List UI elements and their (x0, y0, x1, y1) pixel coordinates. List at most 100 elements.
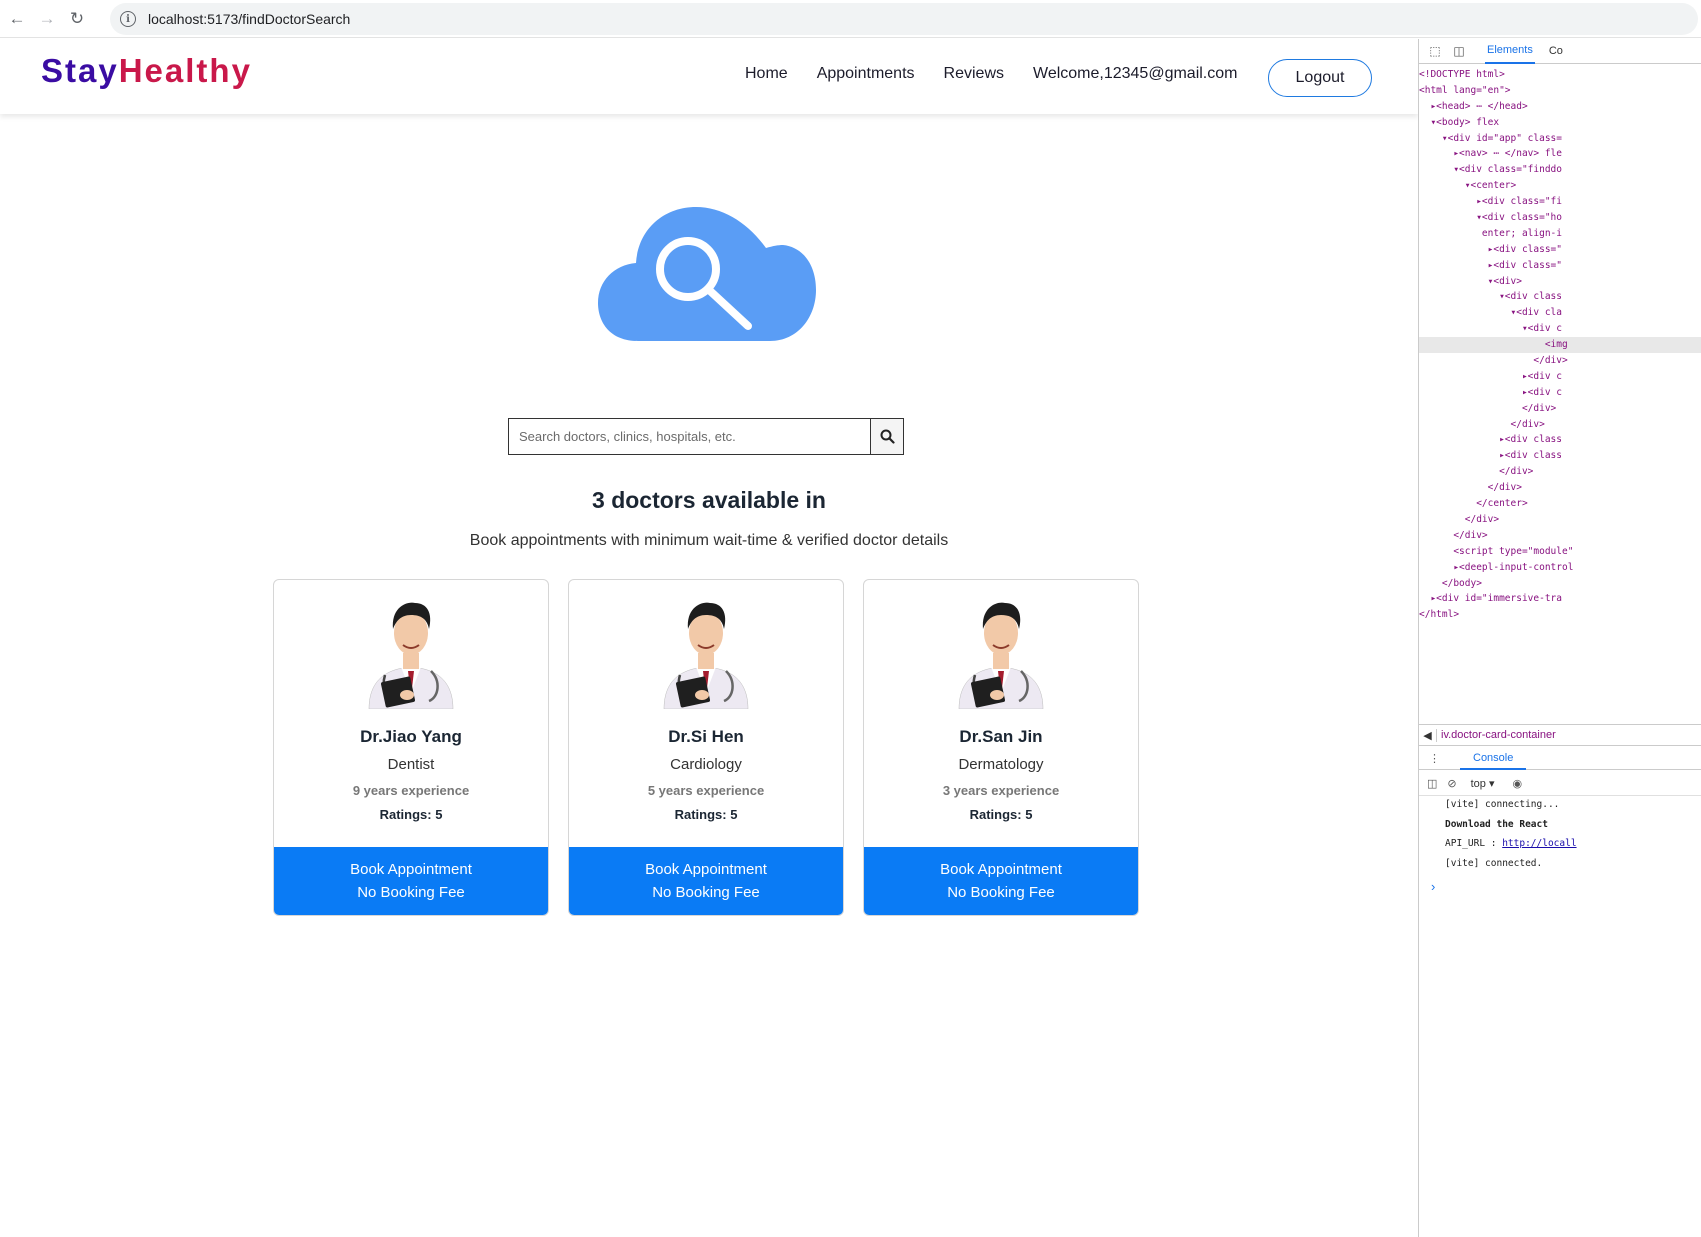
dom-node-line[interactable]: </center> (1419, 496, 1701, 512)
forward-icon[interactable]: → (36, 8, 58, 30)
device-toolbar-icon[interactable]: ◫ (1451, 43, 1467, 59)
doctor-specialty: Dermatology (958, 756, 1044, 773)
console-prompt-icon[interactable]: › (1431, 879, 1435, 894)
more-options-icon[interactable]: ⋮ (1429, 752, 1440, 765)
brand-part-healthy: Healthy (118, 52, 252, 89)
dom-node-line[interactable]: ▸<deepl-input-control (1419, 560, 1701, 576)
dom-node-line[interactable]: ▾<div id="app" class= (1419, 131, 1701, 147)
book-button-line1: Book Appointment (645, 861, 767, 878)
search-input[interactable] (508, 418, 870, 455)
console-output: [vite] connecting... Download the React … (1445, 799, 1577, 877)
dom-node-line[interactable]: ▸<nav> ⋯ </nav> fle (1419, 146, 1701, 162)
dom-node-line[interactable]: ▾<body> flex (1419, 115, 1701, 131)
doctor-name: Dr.San Jin (959, 727, 1043, 746)
context-selector[interactable]: top ▾ (1471, 777, 1495, 790)
logout-button[interactable]: Logout (1268, 59, 1372, 97)
dom-node-line[interactable]: ▾<div class="ho (1419, 210, 1701, 226)
dom-node-line[interactable]: ▸<div class (1419, 432, 1701, 448)
dom-node-line[interactable]: <img (1419, 337, 1701, 354)
breadcrumb-item[interactable]: iv.doctor-card-container (1441, 729, 1556, 741)
dom-node-line[interactable]: </div> (1419, 417, 1701, 433)
tab-console-truncated[interactable]: Co (1549, 45, 1563, 57)
book-appointment-button[interactable]: Book Appointment No Booking Fee (864, 847, 1138, 915)
nav-reviews-link[interactable]: Reviews (944, 65, 1004, 83)
url-text[interactable]: localhost:5173/findDoctorSearch (148, 11, 350, 27)
dom-node-line[interactable]: </div> (1419, 480, 1701, 496)
doctor-avatar-icon (958, 602, 1044, 709)
book-button-line2: No Booking Fee (357, 884, 465, 901)
console-line: Download the React (1445, 818, 1548, 830)
dom-node-line[interactable]: </body> (1419, 576, 1701, 592)
cloud-search-icon (598, 207, 816, 341)
doctor-ratings: Ratings: 5 (379, 807, 443, 822)
search-bar (508, 418, 904, 455)
dom-node-line[interactable]: enter; align-i (1419, 226, 1701, 242)
live-expression-icon[interactable]: ◉ (1513, 777, 1523, 790)
dom-node-line[interactable]: ▾<div> (1419, 274, 1701, 290)
dom-node-line[interactable]: </div> (1419, 528, 1701, 544)
browser-toolbar: ← → ↻ i localhost:5173/findDoctorSearch (0, 0, 1701, 38)
dom-node-line[interactable]: ▸<div class=" (1419, 242, 1701, 258)
navbar: StayHealthy Home Appointments Reviews We… (0, 39, 1418, 114)
tab-console[interactable]: Console (1460, 748, 1527, 770)
dom-node-line[interactable]: </html> (1419, 607, 1701, 623)
book-button-line2: No Booking Fee (652, 884, 760, 901)
book-button-line1: Book Appointment (350, 861, 472, 878)
inspect-element-icon[interactable]: ⬚ (1427, 43, 1443, 59)
doctor-experience: 9 years experience (352, 783, 470, 798)
dom-node-line[interactable]: ▸<div class=" (1419, 258, 1701, 274)
doctor-avatar-icon (368, 602, 454, 709)
doctor-name: Dr.Jiao Yang (360, 727, 462, 746)
nav-home-link[interactable]: Home (745, 65, 788, 83)
book-appointment-button[interactable]: Book Appointment No Booking Fee (274, 847, 548, 915)
welcome-text: Welcome,12345@gmail.com (1033, 65, 1238, 82)
console-line: [vite] connected. (1445, 857, 1543, 869)
tab-elements[interactable]: Elements (1485, 39, 1535, 64)
console-line: [vite] connecting... (1445, 799, 1560, 810)
doctor-card: Dr.Jiao Yang Dentist 9 years experience … (273, 579, 549, 916)
devtools-toolbar: ⬚ ◫ Elements Co (1419, 39, 1701, 64)
breadcrumb-scroll-left-icon[interactable]: ◀ (1419, 728, 1437, 742)
console-toolbar: ◫ ⊘ top ▾ ◉ (1419, 772, 1701, 796)
brand-part-stay: Stay (41, 52, 119, 89)
book-appointment-button[interactable]: Book Appointment No Booking Fee (569, 847, 843, 915)
dom-node-line[interactable]: </div> (1419, 353, 1701, 369)
nav-appointments-link[interactable]: Appointments (817, 65, 915, 83)
dom-node-line[interactable]: ▸<div class="fi (1419, 194, 1701, 210)
doctor-experience: 5 years experience (647, 783, 765, 798)
dom-node-line[interactable]: ▸<div class (1419, 448, 1701, 464)
doctor-name: Dr.Si Hen (668, 727, 744, 746)
dom-node-line[interactable]: <html lang="en"> (1419, 83, 1701, 99)
console-line: API_URL : http://locall (1445, 838, 1577, 858)
drawer-tabbar: ⋮ Console (1419, 748, 1701, 770)
results-subheading: Book appointments with minimum wait-time… (469, 532, 949, 549)
dom-node-line[interactable]: ▸<head> ⋯ </head> (1419, 99, 1701, 115)
dom-node-line[interactable]: ▸<div id="immersive-tra (1419, 591, 1701, 607)
search-button[interactable] (870, 418, 904, 455)
reload-icon[interactable]: ↻ (66, 8, 88, 30)
back-icon[interactable]: ← (6, 8, 28, 30)
dom-node-line[interactable]: </div> (1419, 464, 1701, 480)
brand-logo[interactable]: StayHealthy (41, 52, 252, 90)
dom-node-line[interactable]: ▾<div class (1419, 289, 1701, 305)
api-url-link[interactable]: http://locall (1502, 838, 1576, 849)
dom-tree[interactable]: <!DOCTYPE html> <html lang="en"> ▸<head> … (1419, 64, 1701, 623)
dom-node-line[interactable]: ▾<div class="finddo (1419, 162, 1701, 178)
doctor-card: Dr.San Jin Dermatology 3 years experienc… (863, 579, 1139, 916)
sidebar-toggle-icon[interactable]: ◫ (1427, 777, 1437, 790)
doctor-specialty: Dentist (387, 756, 435, 773)
dom-node-line[interactable]: <!DOCTYPE html> (1419, 67, 1701, 83)
book-button-line2: No Booking Fee (947, 884, 1055, 901)
dom-node-line[interactable]: </div> (1419, 512, 1701, 528)
clear-console-icon[interactable]: ⊘ (1447, 777, 1456, 790)
nav-links: Home Appointments Reviews Welcome,12345@… (745, 65, 1237, 83)
dom-node-line[interactable]: ▸<div c (1419, 369, 1701, 385)
dom-node-line[interactable]: ▸<div c (1419, 385, 1701, 401)
dom-node-line[interactable]: ▾<center> (1419, 178, 1701, 194)
dom-node-line[interactable]: ▾<div cla (1419, 305, 1701, 321)
dom-node-line[interactable]: ▾<div c (1419, 321, 1701, 337)
address-bar[interactable]: i localhost:5173/findDoctorSearch (110, 3, 1698, 35)
site-info-icon[interactable]: i (120, 11, 136, 27)
dom-node-line[interactable]: </div> (1419, 401, 1701, 417)
dom-node-line[interactable]: <script type="module" (1419, 544, 1701, 560)
